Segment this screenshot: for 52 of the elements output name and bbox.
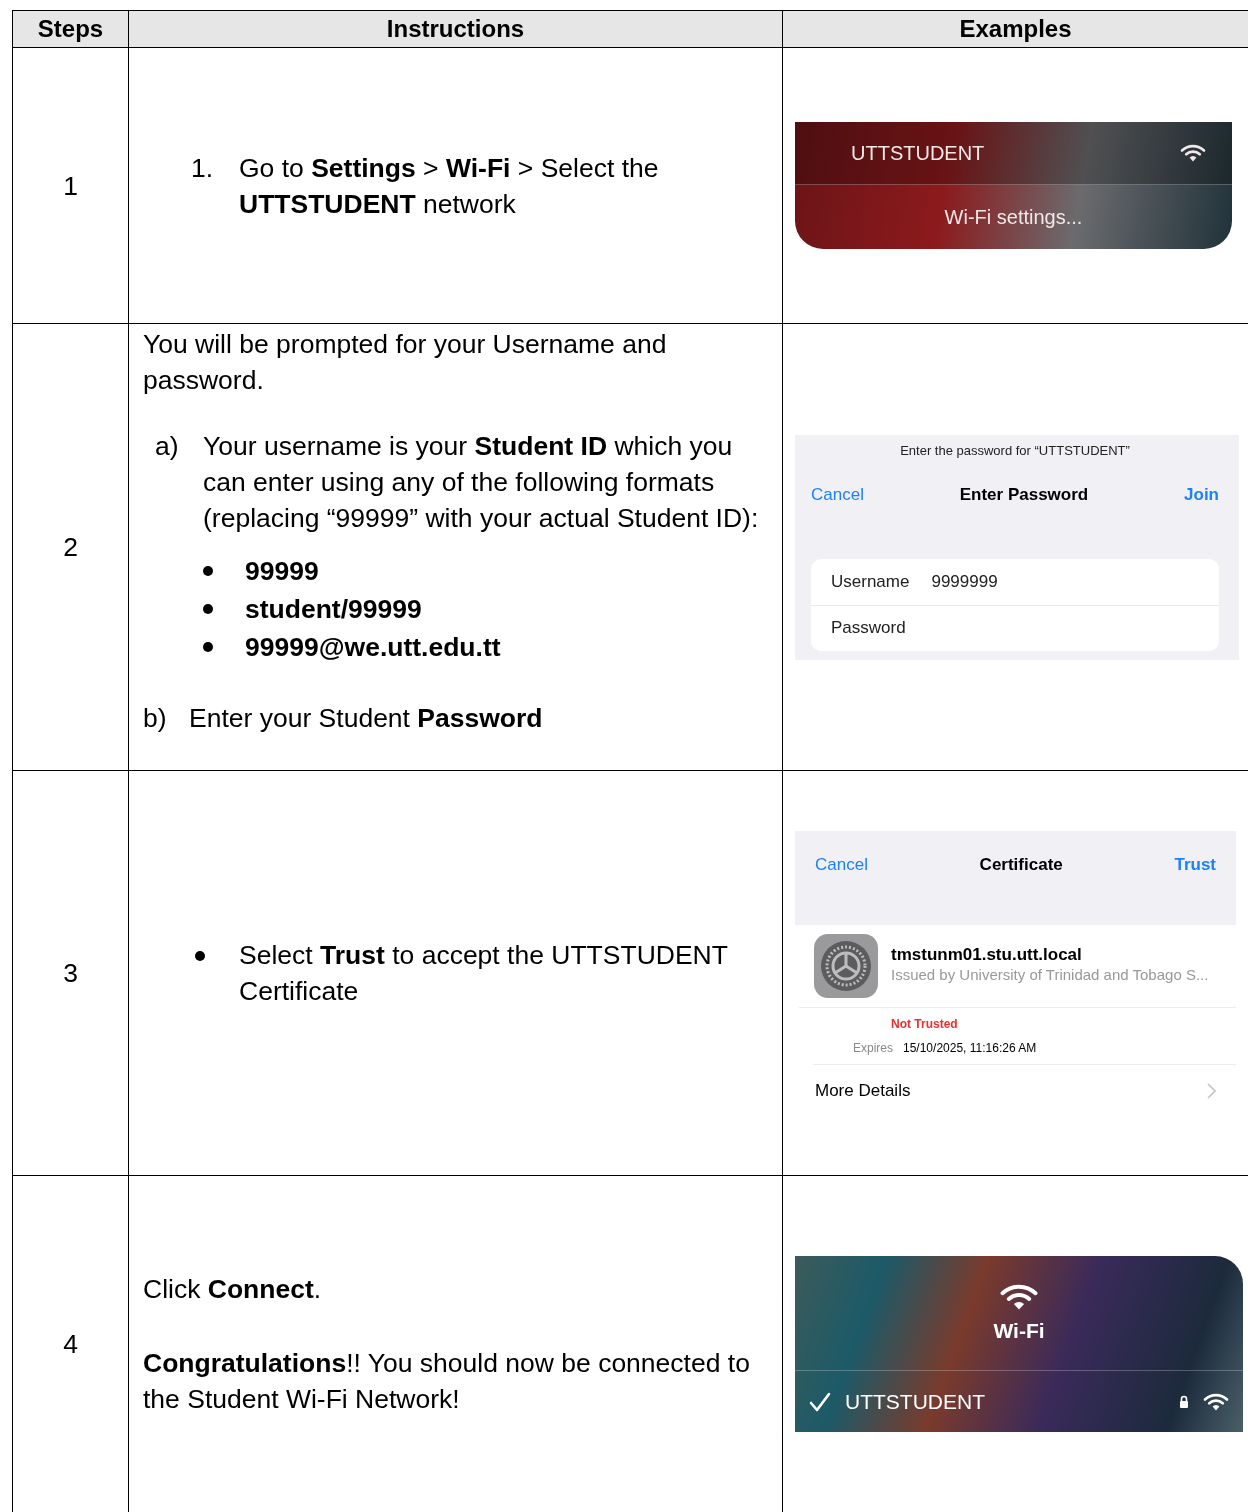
- trust-button[interactable]: Trust: [1174, 846, 1216, 883]
- network-name: UTTSTUDENT: [851, 141, 985, 166]
- column-header: Instructions: [128, 10, 783, 48]
- step-number: 2: [12, 323, 129, 771]
- certificate-name: tmstunm01.stu.utt.local: [891, 944, 1083, 965]
- field-value: 9999999: [931, 570, 998, 593]
- list-marker: a): [155, 430, 180, 463]
- instruction-text: Select Trust to accept the UTTSTUDENT Certificate: [239, 939, 729, 1008]
- network-row[interactable]: UTTSTUDENT: [795, 1371, 1243, 1432]
- instruction-text: Congratulations!! You should now be connected to the Student Wi-Fi Network!: [143, 1347, 751, 1416]
- cancel-button[interactable]: Cancel: [815, 846, 868, 883]
- wifi-icon: [1180, 143, 1206, 163]
- bullet-icon: [195, 951, 205, 961]
- dialog-prompt: Enter the password for “UTTSTUDENT”: [899, 441, 1131, 460]
- bullet-icon: [203, 604, 213, 614]
- lock-icon: [1179, 1395, 1189, 1408]
- step-number: 3: [12, 770, 129, 1176]
- certificate-issuer: Issued by University of Trinidad and Tobago S...: [891, 964, 1209, 985]
- dialog-title: Enter Password: [959, 483, 1089, 506]
- field-label: Password: [831, 617, 906, 639]
- cancel-button[interactable]: Cancel: [811, 476, 864, 513]
- instruction-text: Your username is your Student ID which you can enter using any of the following formats (replacing “99999” with your actual Student ID):: [203, 430, 760, 535]
- more-details-row[interactable]: More Details: [795, 1064, 1236, 1117]
- join-button[interactable]: Join: [1184, 476, 1219, 513]
- wifi-icon: [1203, 1391, 1229, 1412]
- expires-label: Expires: [853, 1039, 893, 1057]
- column-header: Steps: [12, 10, 129, 48]
- field-label: Username: [831, 570, 910, 593]
- bullet-icon: [203, 642, 213, 652]
- wifi-settings-link[interactable]: Wi-Fi settings...: [944, 199, 1083, 235]
- dialog-title: Certificate: [979, 853, 1063, 876]
- instruction-text: Go to Settings > Wi-Fi > Select the UTTSTUDENT network: [239, 151, 660, 221]
- chevron-icon: [1207, 1082, 1216, 1099]
- instruction-text: You will be prompted for your Username and password.: [143, 328, 668, 397]
- step-number: 4: [12, 1175, 129, 1512]
- gear-icon: [813, 932, 879, 999]
- more-details-label: More Details: [815, 1079, 911, 1102]
- wifi-icon: [999, 1282, 1039, 1312]
- instruction-text: Enter your Student Password: [189, 702, 543, 735]
- list-marker: b): [143, 702, 168, 735]
- trust-status: Not Trusted: [890, 1015, 959, 1033]
- expiry-date: 15/10/2025, 11:16:26 AM: [903, 1039, 1037, 1057]
- list-marker: 1.: [191, 151, 215, 185]
- username-format: student/99999: [245, 593, 422, 626]
- step-number: 1: [12, 47, 129, 324]
- panel-title: Wi-Fi: [993, 1318, 1045, 1344]
- username-format: 99999: [245, 555, 319, 588]
- bullet-icon: [203, 566, 213, 576]
- column-header: Examples: [782, 10, 1248, 48]
- network-name: UTTSTUDENT: [845, 1388, 986, 1415]
- instruction-text: Click Connect.: [143, 1273, 323, 1306]
- username-format: 99999@we.utt.edu.tt: [245, 631, 501, 664]
